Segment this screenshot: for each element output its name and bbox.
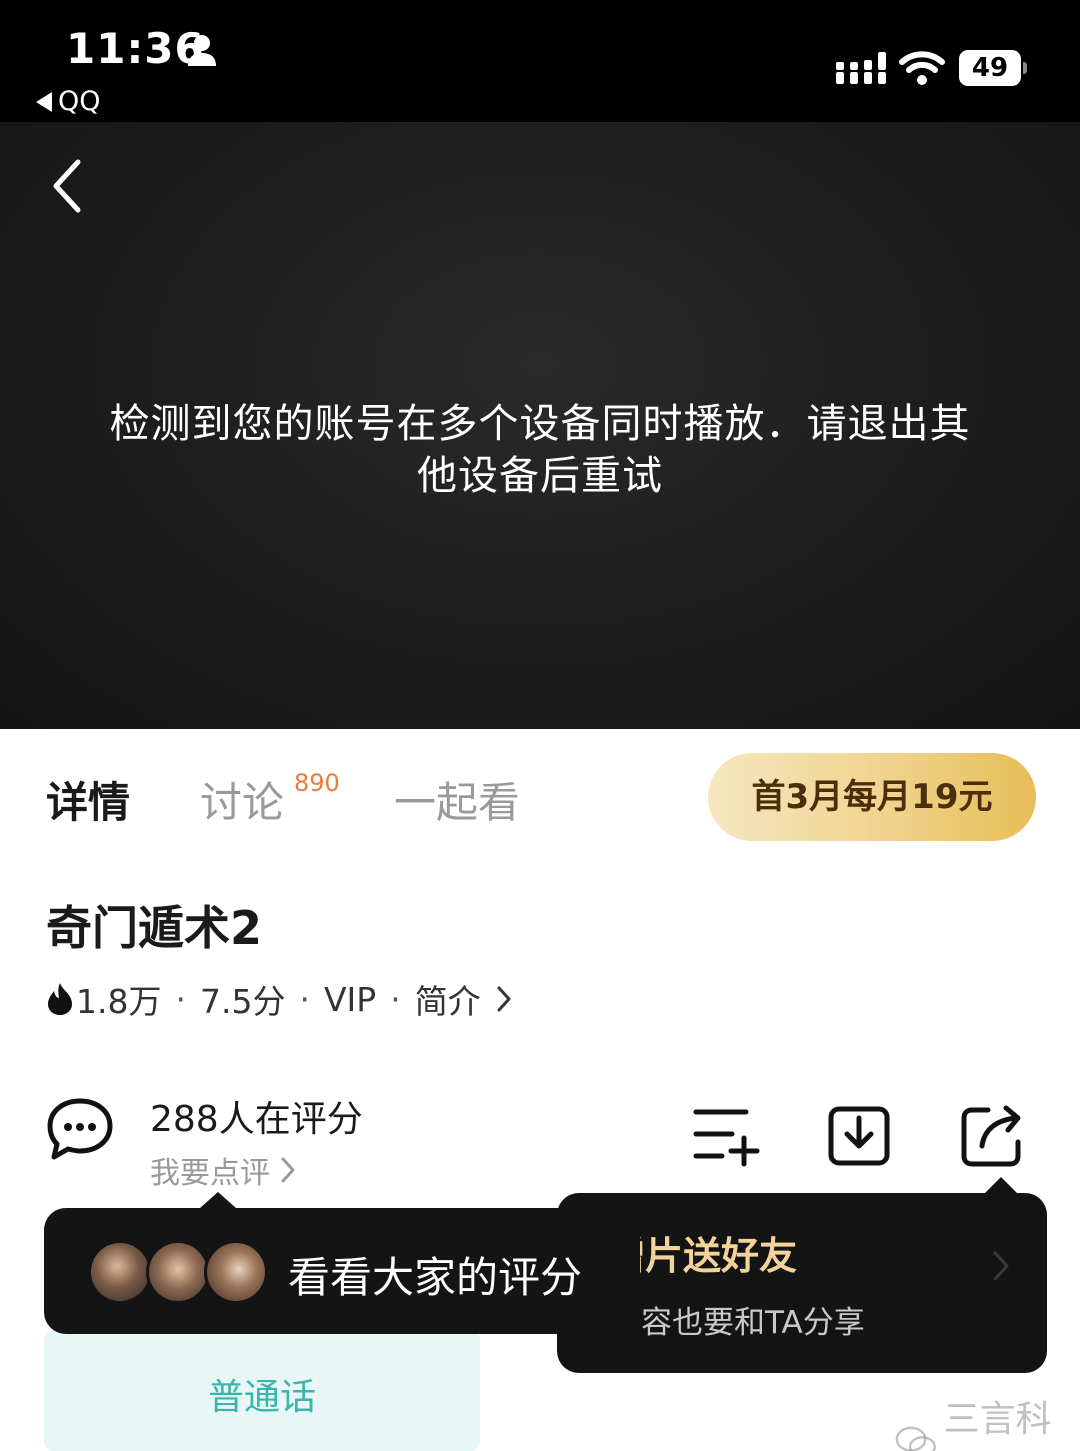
tab-discussion[interactable]: 讨论 890: [200, 769, 340, 830]
video-title: 奇门遁术2: [46, 901, 263, 955]
chevron-right-icon: [993, 1251, 1009, 1281]
back-triangle-icon: [36, 91, 52, 112]
avatar: [204, 1240, 268, 1304]
chevron-right-icon: [281, 1157, 295, 1183]
score: 7.5分: [199, 982, 286, 1021]
watermark-text: 三言科技: [943, 1399, 1052, 1440]
add-to-list-icon[interactable]: [692, 1104, 760, 1168]
tooltip-arrow: [985, 1177, 1017, 1193]
tab-watch-together[interactable]: 一起看: [394, 769, 520, 830]
player-error-message: 检测到您的账号在多个设备同时播放．请退出其他设备后重试: [109, 401, 971, 499]
vip-tag: VIP: [323, 979, 377, 1019]
person-icon: [188, 35, 216, 66]
tab-bar: 详情 讨论 890 一起看 首3月每月19元: [0, 729, 1080, 859]
chevron-right-icon[interactable]: [495, 984, 513, 1014]
fire-icon: [48, 983, 72, 1015]
rating-count: 288人在评分: [150, 1099, 363, 1140]
comment-icon[interactable]: [46, 1097, 114, 1161]
language-label: 普通话: [207, 1377, 316, 1418]
vip-offer-button[interactable]: 首3月每月19元: [708, 753, 1036, 841]
watermark: 三言科技: [894, 1390, 1080, 1451]
separator-dot: ·: [390, 979, 401, 1019]
back-app-label: QQ: [58, 86, 101, 117]
intro-link[interactable]: 简介: [415, 975, 481, 1023]
discussion-count-badge: 890: [294, 769, 340, 797]
video-player[interactable]: 检测到您的账号在多个设备同时播放．请退出其他设备后重试: [0, 122, 1080, 729]
wechat-icon: [895, 1426, 936, 1451]
share-icon[interactable]: [958, 1104, 1026, 1168]
avatar-group: [88, 1240, 268, 1304]
status-time: 11:36: [66, 24, 205, 73]
back-chevron-icon[interactable]: [44, 156, 94, 216]
video-meta: 1.8万 · 7.5分 · VIP · 简介: [46, 975, 513, 1023]
status-bar: 11:36 QQ 49: [0, 0, 1080, 122]
separator-dot: ·: [299, 979, 310, 1019]
back-to-app-link[interactable]: QQ: [36, 86, 101, 117]
avatar: [146, 1240, 210, 1304]
battery-nub: [1023, 62, 1027, 74]
battery-level: 49: [959, 50, 1021, 86]
signal-icon: [836, 52, 886, 84]
write-review-link[interactable]: 我要点评: [150, 1148, 296, 1192]
write-review-label: 我要点评: [150, 1156, 270, 1191]
language-option-mandarin[interactable]: 普通话: [44, 1330, 480, 1451]
tab-discussion-label: 讨论: [200, 778, 285, 827]
tooltip-arrow: [200, 1192, 236, 1208]
see-ratings-tooltip[interactable]: 看看大家的评分: [44, 1192, 640, 1334]
see-ratings-label: 看看大家的评分: [288, 1253, 583, 1302]
battery-indicator: 49: [959, 50, 1027, 86]
download-icon[interactable]: [826, 1104, 894, 1168]
heat-count: 1.8万: [76, 982, 162, 1021]
avatar: [88, 1240, 152, 1304]
separator-dot: ·: [175, 979, 186, 1019]
share-gift-subtitle: 容也要和TA分享: [641, 1305, 865, 1341]
tab-details[interactable]: 详情: [46, 769, 130, 830]
wifi-icon: [899, 51, 945, 85]
